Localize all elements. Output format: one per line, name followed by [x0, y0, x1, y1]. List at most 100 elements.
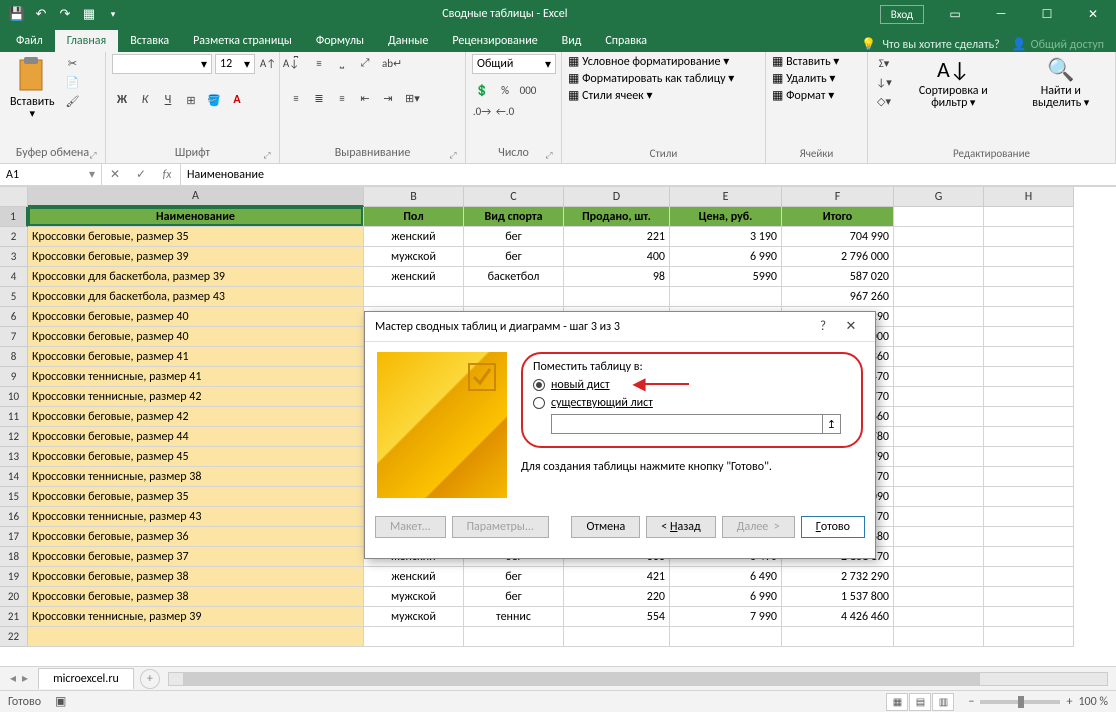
cell[interactable]	[894, 247, 984, 267]
tab-home[interactable]: Главная	[55, 30, 118, 52]
cell[interactable]: 221	[564, 227, 670, 247]
column-header[interactable]: G	[894, 187, 984, 207]
cell[interactable]	[984, 607, 1074, 627]
row-header[interactable]: 6	[0, 307, 28, 327]
dec-decimal-icon[interactable]: ←.0	[495, 102, 515, 120]
ribbon-options-icon[interactable]: ▭	[932, 0, 978, 28]
login-button[interactable]: Вход	[880, 5, 924, 24]
cell[interactable]	[564, 287, 670, 307]
cell[interactable]: бег	[464, 227, 564, 247]
inc-decimal-icon[interactable]: .0→	[472, 102, 492, 120]
range-input[interactable]: ↥	[551, 414, 841, 434]
row-header[interactable]: 18	[0, 547, 28, 567]
cell[interactable]: Кроссовки беговые, размер 41	[28, 347, 364, 367]
column-header[interactable]: F	[782, 187, 894, 207]
cell[interactable]	[984, 367, 1074, 387]
cell[interactable]: 220	[564, 587, 670, 607]
insert-cells-button[interactable]: ▦ Вставить ▾	[772, 54, 839, 69]
cell[interactable]	[894, 307, 984, 327]
cell[interactable]: Кроссовки теннисные, размер 41	[28, 367, 364, 387]
row-header[interactable]: 8	[0, 347, 28, 367]
merge-icon[interactable]: ⊞▾	[401, 89, 424, 107]
tab-layout[interactable]: Разметка страницы	[181, 30, 304, 52]
dialog-launcher-icon[interactable]: ⤢	[448, 150, 458, 160]
comma-icon[interactable]: 000	[518, 81, 538, 99]
tab-data[interactable]: Данные	[376, 30, 440, 52]
sheet-nav[interactable]: ◂▸	[0, 671, 38, 686]
qat-dropdown-icon[interactable]: ▾	[102, 3, 124, 25]
cell[interactable]	[464, 627, 564, 647]
page-break-icon[interactable]: ▥	[932, 693, 954, 711]
radio-existing-sheet[interactable]: существующий лист	[533, 396, 851, 410]
row-header[interactable]: 3	[0, 247, 28, 267]
cell[interactable]: теннис	[464, 607, 564, 627]
cell[interactable]: Кроссовки теннисные, размер 38	[28, 467, 364, 487]
cell[interactable]: Кроссовки беговые, размер 45	[28, 447, 364, 467]
cell[interactable]: 3 190	[670, 227, 782, 247]
zoom-control[interactable]: − + 100 %	[968, 695, 1108, 709]
cell[interactable]	[894, 467, 984, 487]
cell[interactable]	[894, 387, 984, 407]
delete-cells-button[interactable]: ▦ Удалить ▾	[772, 71, 835, 86]
bold-icon[interactable]: Ж	[112, 91, 132, 109]
cell[interactable]	[984, 247, 1074, 267]
cell[interactable]	[984, 327, 1074, 347]
font-color-icon[interactable]: A	[227, 91, 247, 109]
range-picker-icon[interactable]: ↥	[822, 415, 840, 433]
horizontal-scrollbar[interactable]	[168, 672, 1108, 686]
cell[interactable]: мужской	[364, 607, 464, 627]
cell[interactable]: Кроссовки для баскетбола, размер 39	[28, 267, 364, 287]
cell[interactable]	[894, 267, 984, 287]
finish-button[interactable]: Готово	[801, 516, 865, 538]
cell[interactable]	[984, 387, 1074, 407]
cell[interactable]	[984, 267, 1074, 287]
cell[interactable]: Продано, шт.	[564, 207, 670, 227]
cell[interactable]	[984, 487, 1074, 507]
back-button[interactable]: < Назад	[646, 516, 715, 538]
qat-pivot-icon[interactable]: ▦	[78, 3, 100, 25]
row-header[interactable]: 22	[0, 627, 28, 647]
fx-icon[interactable]: fx	[154, 164, 180, 185]
cut-icon[interactable]: ✂	[63, 54, 83, 72]
close-icon[interactable]: ✕	[837, 319, 865, 334]
cell[interactable]	[984, 207, 1074, 227]
copy-icon[interactable]: 📄	[63, 73, 83, 91]
macro-rec-icon[interactable]: ▣	[55, 694, 66, 709]
close-icon[interactable]: ✕	[1070, 0, 1116, 28]
sort-filter-button[interactable]: A↓ Сортировка и фильтр ▾	[898, 54, 1009, 111]
cell[interactable]	[894, 427, 984, 447]
row-header[interactable]: 13	[0, 447, 28, 467]
row-header[interactable]: 5	[0, 287, 28, 307]
column-header[interactable]: H	[984, 187, 1074, 207]
paste-button[interactable]: Вставить▾	[6, 54, 59, 122]
cell[interactable]: Итого	[782, 207, 894, 227]
column-header[interactable]: D	[564, 187, 670, 207]
cell[interactable]	[984, 427, 1074, 447]
tab-help[interactable]: Справка	[593, 30, 659, 52]
cell[interactable]	[464, 287, 564, 307]
cell[interactable]	[894, 567, 984, 587]
clear-icon[interactable]: ◇▾	[874, 92, 894, 110]
cell[interactable]	[984, 507, 1074, 527]
next-button[interactable]: Далее >	[722, 516, 795, 538]
row-header[interactable]: 12	[0, 427, 28, 447]
row-header[interactable]: 16	[0, 507, 28, 527]
cell[interactable]	[670, 287, 782, 307]
help-icon[interactable]: ?	[809, 319, 837, 334]
cell[interactable]: 1 537 800	[782, 587, 894, 607]
cell[interactable]	[782, 627, 894, 647]
cell[interactable]: 4 426 460	[782, 607, 894, 627]
font-size-combo[interactable]: 12▾	[215, 54, 255, 74]
cell[interactable]: Кроссовки беговые, размер 35	[28, 487, 364, 507]
cell[interactable]: 400	[564, 247, 670, 267]
cell[interactable]	[894, 607, 984, 627]
cell[interactable]: Наименование	[28, 207, 364, 227]
row-header[interactable]: 7	[0, 327, 28, 347]
column-header[interactable]: C	[464, 187, 564, 207]
align-right-icon[interactable]: ≡	[332, 89, 352, 107]
cell[interactable]: 6 990	[670, 247, 782, 267]
cell[interactable]	[984, 347, 1074, 367]
cell[interactable]	[984, 587, 1074, 607]
dialog-launcher-icon[interactable]: ⤢	[88, 150, 98, 160]
save-icon[interactable]: 💾	[6, 3, 28, 25]
